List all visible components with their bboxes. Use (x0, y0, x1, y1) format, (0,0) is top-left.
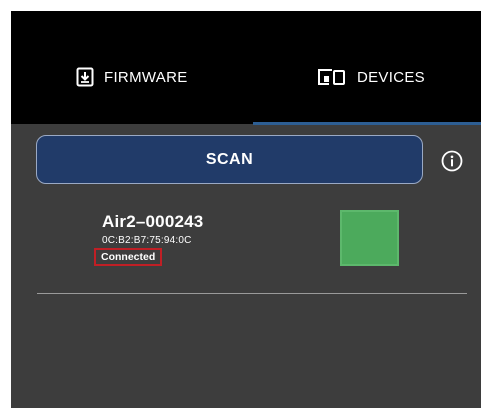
info-icon[interactable] (441, 150, 463, 172)
tab-devices[interactable]: DEVICES (317, 64, 425, 90)
tab-devices-label: DEVICES (357, 68, 425, 86)
list-divider (37, 293, 467, 294)
tab-bar: FIRMWARE DEVICES (11, 11, 481, 125)
device-name: Air2–000243 (102, 212, 204, 231)
device-list-item[interactable]: Air2–000243 0C:B2:B7:75:94:0C Connected (37, 207, 467, 293)
devices-icon (317, 68, 347, 86)
device-mac-address: 0C:B2:B7:75:94:0C (102, 235, 192, 246)
scan-button[interactable]: SCAN (36, 135, 423, 184)
app-window: FIRMWARE DEVICES SCAN Air2–000243 0C:B2: (11, 11, 481, 408)
selected-tab-indicator (253, 122, 481, 125)
device-color-swatch[interactable] (340, 210, 399, 266)
download-box-icon (76, 67, 94, 87)
device-status-badge: Connected (94, 248, 163, 266)
tab-firmware[interactable]: FIRMWARE (76, 64, 188, 90)
tab-firmware-label: FIRMWARE (104, 68, 188, 86)
